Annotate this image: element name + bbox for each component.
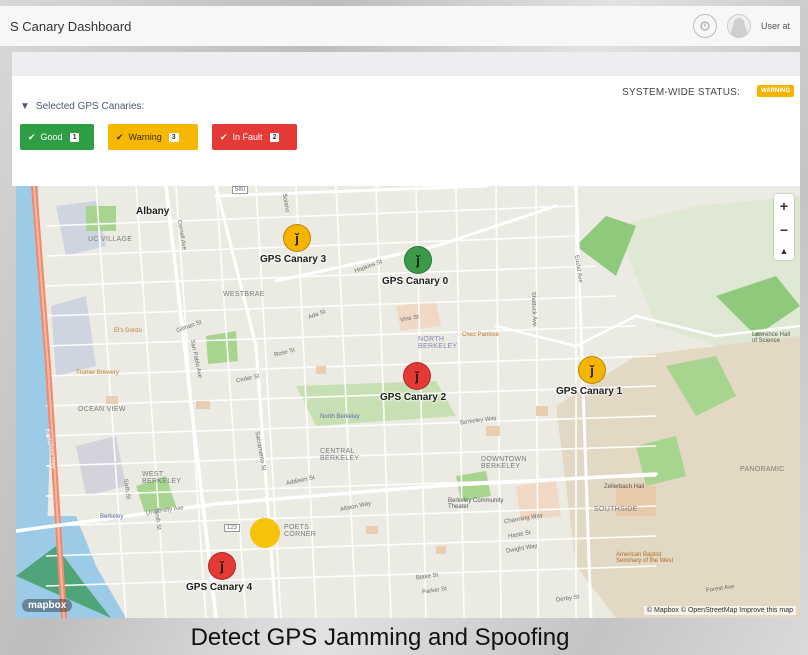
sub-toolbar xyxy=(12,52,800,76)
filter-chip-warning[interactable]: ✔ Warning 3 xyxy=(108,124,198,150)
chip-count: 2 xyxy=(269,132,280,142)
canary-bird-icon: ǰ xyxy=(416,252,420,268)
canary-bird-icon: ǰ xyxy=(415,368,419,384)
chip-count: 1 xyxy=(69,132,80,142)
place-label-uc-village: UC VILLAGE xyxy=(88,236,133,243)
zoom-in-button[interactable]: + xyxy=(780,198,788,214)
filter-icon: ▼ xyxy=(20,101,30,112)
app-header: S Canary Dashboard User at xyxy=(0,6,800,46)
dashboard-window: S Canary Dashboard User at ▼ Selected GP… xyxy=(0,0,808,625)
map-view[interactable]: Albany UC VILLAGE WESTBRAE NORTH BERKELEY… xyxy=(16,186,800,618)
place-label-north-berkeley: NORTH BERKELEY xyxy=(418,336,458,350)
place-label-ocean-view: OCEAN VIEW xyxy=(78,406,126,413)
chip-label: Warning xyxy=(128,132,162,142)
canary-marker-2[interactable]: ǰ xyxy=(403,362,431,390)
place-label-central-berkeley: CENTRAL BERKELEY xyxy=(320,448,360,462)
filter-chip-in-fault[interactable]: ✔ In Fault 2 xyxy=(212,124,297,150)
place-label-baptist-seminary: American Baptist Seminary of the West xyxy=(616,552,674,564)
place-label-trumer-brewery: Trumer Brewery xyxy=(76,370,119,376)
canary-bird-icon: ǰ xyxy=(220,558,224,574)
check-icon: ✔ xyxy=(220,131,228,142)
check-icon: ✔ xyxy=(28,131,36,142)
slide-caption: Detect GPS Jamming and Spoofing xyxy=(190,624,570,651)
header-actions: User at xyxy=(692,14,790,38)
place-label-zellerbach-hall: Zellerbach Hall xyxy=(604,484,645,490)
canary-marker-3[interactable]: ǰ xyxy=(283,224,311,252)
canary-marker-4[interactable]: ǰ xyxy=(208,552,236,580)
place-label-poets-corner: POETS CORNER xyxy=(284,524,317,538)
place-label-southside: SOUTHSIDE xyxy=(594,506,638,513)
canary-label-1: GPS Canary 1 xyxy=(556,386,623,397)
app-title: S Canary Dashboard xyxy=(10,19,132,34)
place-label-lawrence-hall: Lawrence Hall of Science xyxy=(752,332,791,344)
filter-panel: ▼ Selected GPS Canaries: SYSTEM-WIDE STA… xyxy=(12,76,800,186)
user-avatar-icon[interactable] xyxy=(726,14,751,38)
canary-label-0: GPS Canary 0 xyxy=(382,276,449,287)
system-status-label: SYSTEM-WIDE STATUS: xyxy=(622,87,740,98)
filter-chip-good[interactable]: ✔ Good 1 xyxy=(20,124,94,150)
filter-label-text: Selected GPS Canaries: xyxy=(35,101,145,112)
place-label-albany: Albany xyxy=(136,206,170,217)
route-shield-580: 580 xyxy=(232,186,249,194)
route-shield-123: 123 xyxy=(224,524,241,532)
canary-marker-1[interactable]: ǰ xyxy=(578,356,606,384)
mapbox-logo[interactable]: mapbox xyxy=(22,599,73,612)
place-label-west-berkeley: WEST BERKELEY xyxy=(142,471,182,485)
place-label-els-gordo: El's Gordo xyxy=(114,328,142,334)
place-label-berkeley: Berkeley xyxy=(100,514,124,520)
jamming-zone-marker[interactable] xyxy=(250,518,280,548)
place-label-north-berkeley-station: North Berkeley xyxy=(320,414,360,420)
canary-label-4: GPS Canary 4 xyxy=(186,582,253,593)
place-label-chez-panisse: Chez Panisse xyxy=(462,332,500,338)
map-attribution[interactable]: © Mapbox © OpenStreetMap Improve this ma… xyxy=(643,606,796,615)
system-status-badge: WARNING xyxy=(757,85,794,97)
map-zoom-controls: + − ▲ xyxy=(774,194,794,260)
status-filter-chips: ✔ Good 1 ✔ Warning 3 ✔ In Fault 2 xyxy=(20,124,297,150)
chip-count: 3 xyxy=(168,132,179,142)
place-label-downtown-berkeley: DOWNTOWN BERKELEY xyxy=(481,456,527,470)
canary-label-3: GPS Canary 3 xyxy=(260,254,327,265)
user-label[interactable]: User at xyxy=(761,21,790,31)
filter-heading: ▼ Selected GPS Canaries: xyxy=(20,101,144,112)
canary-label-2: GPS Canary 2 xyxy=(380,392,447,403)
compass-button[interactable]: ▲ xyxy=(780,246,789,256)
canary-bird-icon: ǰ xyxy=(590,362,594,378)
place-label-westbrae: WESTBRAE xyxy=(223,291,265,298)
street-label-shattuck: Shattuck Ave xyxy=(529,291,538,327)
chip-label: In Fault xyxy=(232,132,263,142)
canary-marker-0[interactable]: ǰ xyxy=(404,246,432,274)
place-label-panoramic: PANORAMIC xyxy=(740,466,785,473)
place-label-community-theater: Berkeley Community Theater xyxy=(448,498,504,510)
check-icon: ✔ xyxy=(116,131,124,142)
alert-icon[interactable] xyxy=(692,14,717,38)
chip-label: Good xyxy=(40,132,63,142)
zoom-out-button[interactable]: − xyxy=(780,222,788,238)
canary-bird-icon: ǰ xyxy=(295,230,299,246)
alert-icon-glyph xyxy=(700,21,710,31)
